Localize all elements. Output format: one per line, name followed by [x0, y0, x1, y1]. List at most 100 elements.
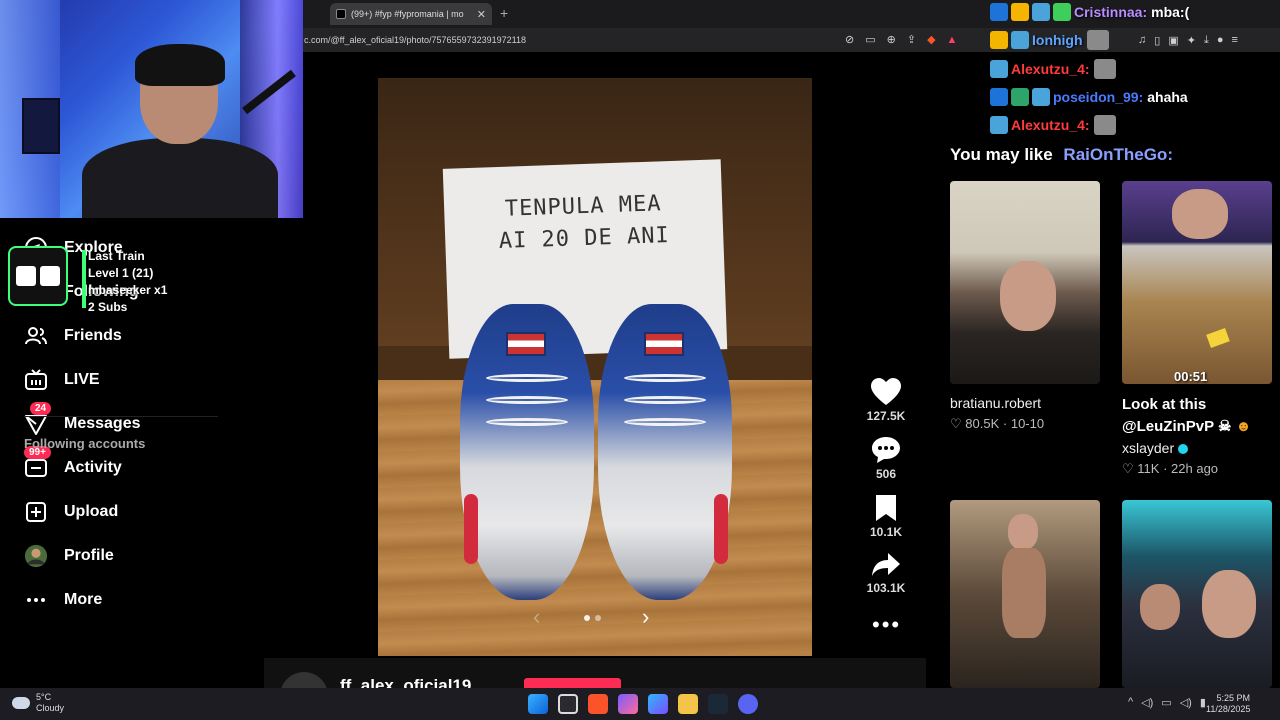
chat-text: ahaha — [1147, 89, 1188, 105]
brave-shield-icon[interactable]: ◆ — [927, 34, 935, 46]
weather-widget[interactable]: 5°C Cloudy — [12, 692, 64, 714]
crown-badge-icon — [990, 31, 1008, 49]
shoe-lace — [486, 418, 568, 426]
thumbnail-face — [1008, 514, 1038, 550]
shoe-lace — [624, 396, 706, 404]
new-tab-button[interactable]: + — [500, 5, 508, 21]
alert-line: 2 Subs — [88, 300, 128, 314]
streamer-body — [82, 138, 278, 218]
brave-browser-icon[interactable] — [588, 694, 608, 714]
battery-icon[interactable]: ▮ — [1200, 696, 1206, 709]
recommended-video-date: 22h ago — [1171, 461, 1219, 476]
tiktok-favicon-icon — [336, 9, 346, 19]
recommended-video-thumbnail[interactable] — [950, 181, 1100, 384]
thumbnail-face — [1000, 261, 1056, 331]
recommended-video-thumbnail[interactable] — [1122, 500, 1272, 688]
recommended-video-likes: 11K — [1137, 461, 1160, 476]
recommended-video-author[interactable]: xslayder — [1122, 440, 1189, 456]
tray-overflow-icon[interactable]: ^ — [1128, 696, 1133, 709]
friends-icon — [24, 324, 48, 348]
url-text[interactable]: c.com/@ff_alex_oficial19/photo/757655973… — [300, 35, 526, 45]
nav-label-friends: Friends — [64, 327, 122, 344]
comment-count: 506 — [875, 467, 897, 481]
comment-button[interactable]: 506 — [856, 436, 916, 481]
brave-rewards-icon[interactable]: ▲ — [947, 34, 958, 46]
file-explorer-icon[interactable] — [678, 694, 698, 714]
nav-label-activity: Activity — [64, 459, 122, 476]
task-view-icon[interactable] — [558, 694, 578, 714]
screen-icon[interactable]: ▭ — [865, 34, 875, 46]
browser-tab[interactable]: (99+) #fyp #fypromania | mo ✕ — [330, 3, 492, 25]
recommended-video-title[interactable]: Look at this @LeuZinPvP ☠ ☻ — [1122, 394, 1251, 438]
alert-line: mbaseeker x1 — [88, 283, 168, 297]
address-bar-icons: ⊘ ▭ ⊕ ⇪ ◆ ▲ — [845, 28, 957, 52]
train-icon — [8, 246, 68, 306]
shoe-red-accent — [714, 494, 728, 564]
speaker-icon[interactable]: ◁) — [1141, 696, 1153, 709]
steam-icon[interactable] — [708, 694, 728, 714]
recommended-video-meta: ♡ 11K · 22h ago — [1122, 461, 1218, 477]
nav-label-more: More — [64, 591, 103, 608]
chat-message: Alexutzu_4: — [990, 113, 1116, 137]
nav-label-profile: Profile — [64, 547, 114, 564]
webcam-picture-frame — [22, 98, 60, 154]
chat-emote — [1093, 115, 1116, 135]
sword-badge-icon — [990, 3, 1008, 21]
nav-more[interactable]: More — [24, 584, 102, 616]
chat-message: Cristinnaa: mba:( — [990, 0, 1189, 24]
live-icon — [24, 368, 48, 392]
photo-prev-arrow-icon[interactable]: ‹ — [533, 604, 540, 630]
recommended-video-date: 10-10 — [1010, 416, 1045, 431]
shoe-lace — [486, 374, 568, 382]
copilot-icon[interactable] — [618, 694, 638, 714]
flag-patch — [644, 332, 684, 356]
author-avatar[interactable] — [280, 672, 328, 688]
chat-message: Alexutzu_4: — [990, 57, 1116, 81]
thumbnail-body — [1002, 548, 1046, 638]
discord-icon[interactable] — [738, 694, 758, 714]
like-button[interactable]: 127.5K — [856, 378, 916, 423]
author-name[interactable]: ff_alex_oficial19 — [340, 676, 471, 688]
mention: @LeuZinPvP — [1122, 418, 1214, 435]
nav-live[interactable]: LIVE — [24, 364, 100, 396]
recommended-video-author[interactable]: bratianu.robert — [950, 395, 1041, 411]
chat-username: Alexutzu_4: — [1011, 117, 1090, 133]
volume-icon[interactable]: ◁) — [1180, 696, 1192, 709]
follow-button[interactable] — [524, 678, 621, 688]
shoe-lace — [486, 396, 568, 404]
nav-activity[interactable]: 99+ Activity — [24, 446, 122, 484]
taskbar-clock[interactable]: 5:25 PM 11/28/2025 — [1206, 693, 1250, 715]
more-options-icon[interactable]: ••• — [872, 612, 901, 638]
store-icon[interactable] — [648, 694, 668, 714]
nav-friends[interactable]: Friends — [24, 320, 122, 352]
mute-icon[interactable]: ⊘ — [845, 34, 854, 46]
post-photo[interactable]: TENPULA MEA AI 20 DE ANI ‹ › — [378, 78, 812, 656]
share-icon[interactable]: ⇪ — [907, 34, 916, 46]
recommended-video-thumbnail[interactable] — [950, 500, 1100, 688]
nav-profile[interactable]: Profile — [24, 540, 114, 572]
tab-title: (99+) #fyp #fypromania | mo — [351, 9, 464, 19]
robot-badge-icon — [1032, 3, 1050, 21]
bookmark-icon — [876, 495, 896, 521]
recommendations-heading: You may like RaiOnTheGo: — [950, 145, 1173, 165]
recommended-video-thumbnail[interactable] — [1122, 181, 1272, 384]
clock-time: 5:25 PM — [1216, 693, 1250, 703]
windows-start-icon[interactable] — [528, 694, 548, 714]
network-icon[interactable]: ▭ — [1161, 696, 1171, 709]
photo-dot[interactable] — [595, 615, 601, 621]
nav-upload[interactable]: Upload — [24, 496, 118, 528]
gift-badge-icon — [1053, 3, 1071, 21]
sword-badge-icon — [990, 88, 1008, 106]
thumbnail-sticker — [1206, 328, 1230, 348]
photo-next-arrow-icon[interactable]: › — [642, 604, 649, 630]
chat-text: mba:( — [1151, 4, 1190, 20]
photo-dot[interactable] — [584, 615, 590, 621]
chat-emote — [1093, 59, 1116, 79]
zoom-icon[interactable]: ⊕ — [887, 34, 896, 46]
clock-date: 11/28/2025 — [1206, 704, 1251, 714]
tab-close-icon[interactable]: ✕ — [477, 8, 486, 21]
sign-text-line1: TENPULA MEA — [504, 191, 662, 222]
share-button[interactable]: 103.1K — [856, 552, 916, 595]
recommended-video-meta: ♡ 80.5K · 10-10 — [950, 416, 1044, 432]
save-button[interactable]: 10.1K — [856, 494, 916, 539]
